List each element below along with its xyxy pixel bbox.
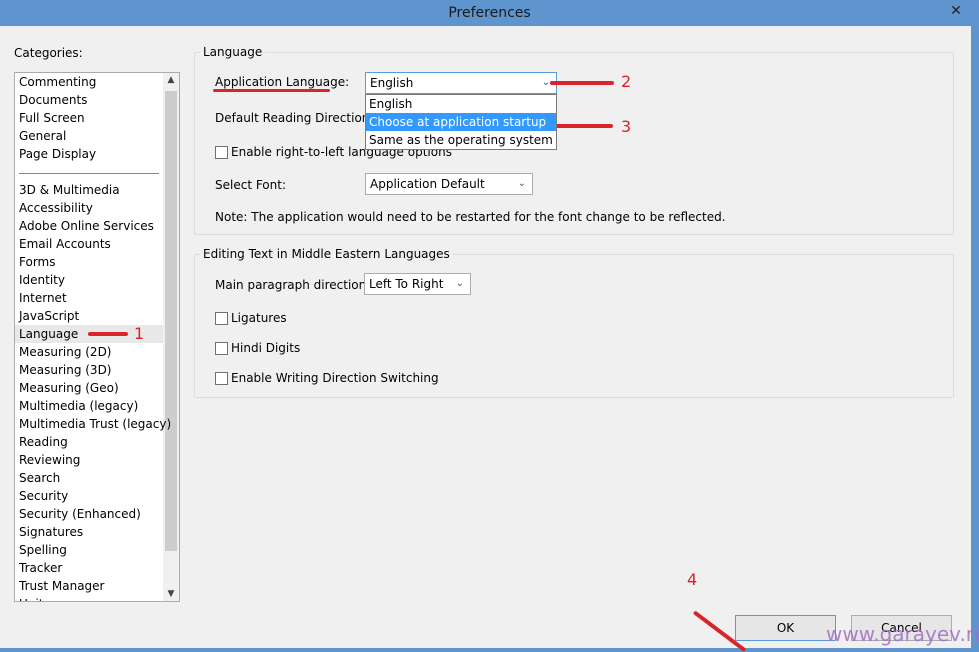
categories-list[interactable]: ▲ ▼ Commenting Documents Full Screen Genera…: [14, 72, 180, 602]
middle-east-group-title: Editing Text in Middle Eastern Languages: [200, 247, 453, 261]
category-item[interactable]: Forms: [19, 253, 55, 271]
title-bar: Preferences ✕: [0, 0, 979, 26]
category-item[interactable]: Reading: [19, 433, 68, 451]
category-item[interactable]: JavaScript: [19, 307, 79, 325]
category-item[interactable]: Spelling: [19, 541, 67, 559]
category-item[interactable]: Security (Enhanced): [19, 505, 141, 523]
category-item[interactable]: Accessibility: [19, 199, 93, 217]
category-item[interactable]: Documents: [19, 91, 87, 109]
app-language-value: English: [370, 76, 414, 90]
app-language-dropdown: English Choose at application startup Sa…: [365, 94, 557, 150]
ok-button[interactable]: OK: [735, 615, 836, 641]
app-language-label: Application Language:: [215, 75, 350, 89]
annotation-arrow-2: [550, 81, 614, 85]
annotation-2: 2: [621, 72, 632, 91]
category-item[interactable]: Reviewing: [19, 451, 80, 469]
ligatures-label: Ligatures: [231, 311, 287, 325]
category-item[interactable]: Email Accounts: [19, 235, 111, 253]
annotation-underline: [213, 89, 330, 92]
rtl-checkbox[interactable]: [215, 146, 228, 159]
category-item[interactable]: Internet: [19, 289, 67, 307]
hindi-digits-checkbox[interactable]: [215, 342, 228, 355]
category-item[interactable]: Page Display: [19, 145, 96, 163]
scroll-up-icon[interactable]: ▲: [163, 75, 179, 85]
hindi-digits-label: Hindi Digits: [231, 341, 301, 355]
category-item[interactable]: Commenting: [19, 73, 96, 91]
option-same-as-os[interactable]: Same as the operating system: [366, 131, 556, 149]
chevron-down-icon: ⌄: [541, 77, 550, 88]
window-title: Preferences: [448, 5, 531, 21]
annotation-arrow-1: [88, 332, 128, 336]
direction-switching-checkbox[interactable]: [215, 372, 228, 385]
category-item[interactable]: Search: [19, 469, 60, 487]
category-item[interactable]: Full Screen: [19, 109, 85, 127]
ligatures-checkbox[interactable]: [215, 312, 228, 325]
font-select[interactable]: Application Default ⌄: [365, 173, 533, 195]
chevron-down-icon: ⌄: [455, 278, 464, 289]
option-choose-at-startup[interactable]: Choose at application startup: [366, 113, 556, 131]
dialog-body: Categories: ▲ ▼ Commenting Documents Full …: [0, 26, 979, 652]
category-item[interactable]: Multimedia Trust (legacy): [19, 415, 171, 433]
categories-label: Categories:: [14, 46, 83, 60]
annotation-1: 1: [134, 324, 145, 343]
direction-switching-label: Enable Writing Direction Switching: [231, 371, 439, 385]
font-note: Note: The application would need to be r…: [215, 210, 726, 224]
annotation-4: 4: [687, 570, 698, 589]
font-label: Select Font:: [215, 178, 287, 192]
close-icon[interactable]: ✕: [941, 0, 971, 22]
scroll-down-icon[interactable]: ▼: [163, 589, 179, 599]
category-item[interactable]: Measuring (2D): [19, 343, 112, 361]
para-dir-value: Left To Right: [369, 277, 444, 291]
category-item[interactable]: Adobe Online Services: [19, 217, 154, 235]
para-dir-label: Main paragraph direction:: [215, 278, 371, 292]
category-item[interactable]: Measuring (3D): [19, 361, 112, 379]
watermark: www.garayev.ru: [826, 622, 979, 646]
chevron-down-icon: ⌄: [517, 178, 526, 189]
category-item[interactable]: Units: [19, 595, 50, 601]
option-english[interactable]: English: [366, 95, 556, 113]
list-separator: [19, 173, 159, 174]
app-language-select[interactable]: English ⌄: [365, 72, 557, 94]
scroll-thumb[interactable]: [165, 91, 177, 551]
annotation-3: 3: [621, 117, 632, 136]
scrollbar[interactable]: ▲ ▼: [163, 73, 179, 601]
category-item[interactable]: Measuring (Geo): [19, 379, 119, 397]
category-item[interactable]: General: [19, 127, 66, 145]
reading-direction-label: Default Reading Direction:: [215, 111, 374, 125]
category-item[interactable]: Signatures: [19, 523, 83, 541]
category-item[interactable]: Identity: [19, 271, 65, 289]
category-item[interactable]: Multimedia (legacy): [19, 397, 138, 415]
para-dir-select[interactable]: Left To Right ⌄: [364, 273, 471, 295]
category-item[interactable]: Tracker: [19, 559, 62, 577]
category-item[interactable]: Trust Manager: [19, 577, 104, 595]
language-group-title: Language: [200, 45, 266, 59]
category-item[interactable]: 3D & Multimedia: [19, 181, 120, 199]
font-value: Application Default: [370, 177, 485, 191]
category-item[interactable]: Security: [19, 487, 68, 505]
